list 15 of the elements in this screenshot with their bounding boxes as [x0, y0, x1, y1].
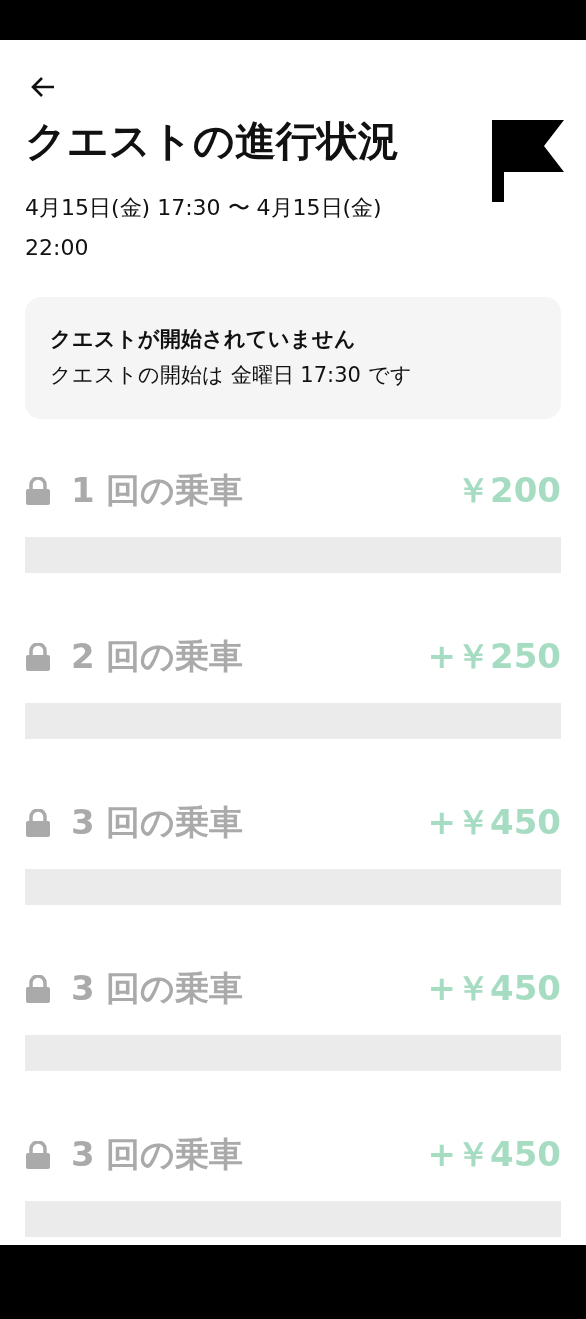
- notice-title: クエストが開始されていません: [50, 326, 357, 353]
- reward-amount: +￥450: [427, 801, 561, 844]
- step-label: 3 回の乗車: [71, 1133, 244, 1176]
- step-label: 1 回の乗車: [71, 469, 244, 512]
- step-label: 2 回の乗車: [71, 635, 244, 678]
- flag-icon: [492, 120, 564, 202]
- reward-amount: ￥200: [456, 469, 561, 512]
- notice-message: クエストの開始は 金曜日 17:30 です: [50, 362, 413, 389]
- step-label: 3 回の乗車: [71, 967, 244, 1010]
- step-label: 3 回の乗車: [71, 801, 244, 844]
- page-title: クエストの進行状況: [25, 116, 399, 167]
- reward-amount: +￥250: [427, 635, 561, 678]
- quest-period: 4月15日(金) 17:30 〜 4月15日(金) 22:00: [25, 194, 383, 262]
- reward-amount: +￥450: [427, 1133, 561, 1176]
- reward-amount: +￥450: [427, 967, 561, 1010]
